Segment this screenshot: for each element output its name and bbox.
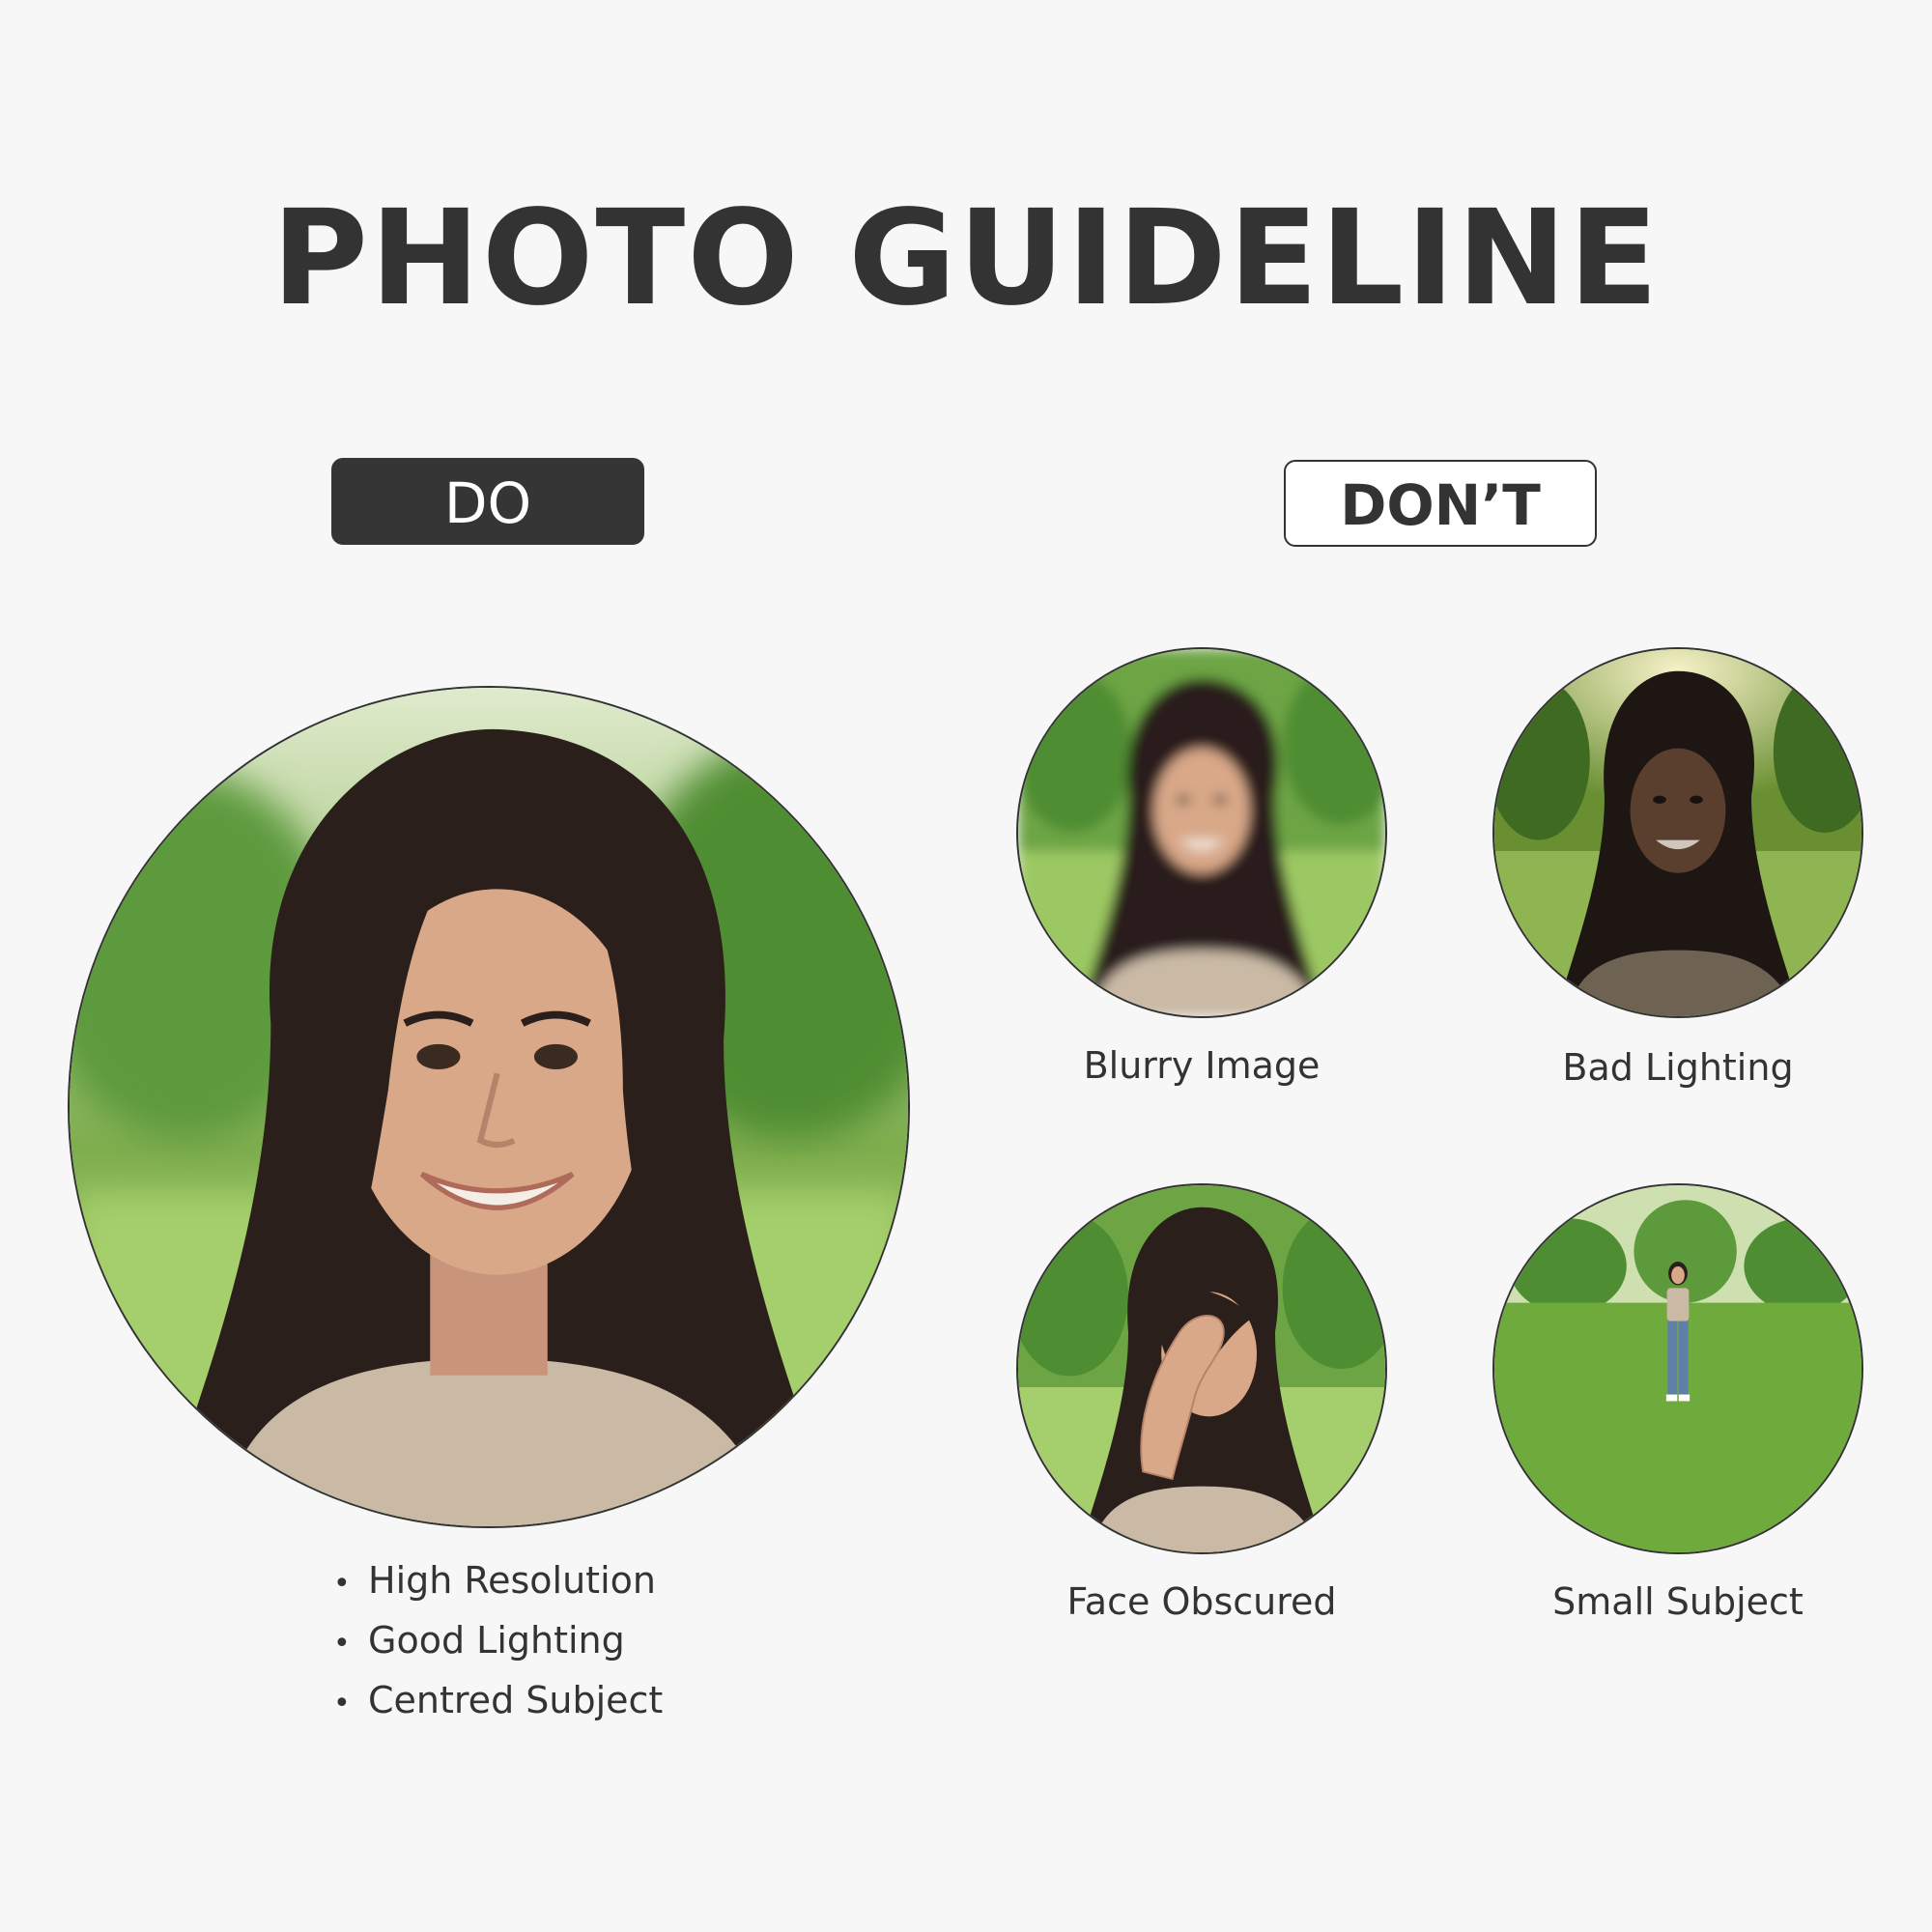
do-point-text: Good Lighting [368,1619,625,1662]
caption-blurry-image: Blurry Image [1083,1044,1321,1087]
page-title: PHOTO GUIDELINE [271,183,1661,335]
do-point-text: High Resolution [368,1559,656,1602]
bullet-icon: • [333,1567,351,1601]
face-obscured-photo [1016,1183,1387,1554]
blurry-image-photo [1016,647,1387,1018]
do-tag: DO [331,458,644,545]
do-guideline-list: • High Resolution • Good Lighting • Centred… [333,1550,778,1730]
good-portrait-photo [68,686,910,1528]
bullet-icon: • [333,1687,351,1720]
caption-bad-lighting: Bad Lighting [1562,1046,1794,1089]
caption-face-obscured: Face Obscured [1066,1580,1337,1623]
caption-small-subject: Small Subject [1552,1580,1804,1623]
dont-tag: DON’T [1284,460,1597,547]
list-item: • High Resolution [333,1550,778,1610]
do-point-text: Centred Subject [368,1679,664,1721]
small-subject-photo [1492,1183,1863,1554]
bad-lighting-photo [1492,647,1863,1018]
list-item: • Good Lighting [333,1610,778,1670]
list-item: • Centred Subject [333,1670,778,1730]
bullet-icon: • [333,1627,351,1661]
